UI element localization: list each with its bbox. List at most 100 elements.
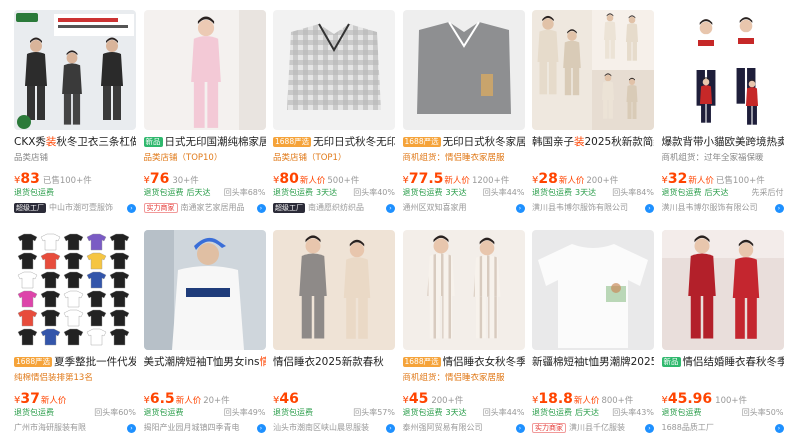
product-tag: 1688严选 [14, 357, 53, 367]
shop-name[interactable]: 泰州强阿贸易有限公司 [403, 422, 514, 434]
chevron-right-icon[interactable]: › [127, 203, 136, 213]
price-row: ¥76 30+件 [144, 168, 266, 187]
shop-name[interactable]: 南通愿织纺织品 [308, 202, 384, 214]
shop-name[interactable]: 潢川县韦博尔服饰有限公司 [532, 202, 643, 214]
shop-row[interactable]: 泰州强阿贸易有限公司 › [403, 422, 525, 434]
shop-badge: 超级工厂 [273, 203, 305, 213]
couple-pajama-photo[interactable] [273, 230, 395, 350]
product-title[interactable]: 新疆棉短袖t恤男潮牌2025 [532, 356, 654, 369]
price-value: 6.5 [149, 391, 175, 407]
shop-row[interactable]: 实力商家 潢川县千亿服装 › [532, 422, 654, 434]
price-row: ¥80新人价 500+件 [273, 168, 395, 187]
chevron-right-icon[interactable]: › [774, 203, 784, 213]
ckx-photo[interactable] [14, 10, 136, 130]
title-pre: 韩国亲子 [532, 136, 574, 148]
chevron-right-icon[interactable]: › [127, 423, 136, 433]
product-title[interactable]: 美式潮牌短袖T恤男女ins情 [144, 356, 266, 369]
product-card-5[interactable]: 韩国亲子装2025秋新款简约 ¥28新人价200+件 退货包运费3天达 回头率84… [532, 10, 654, 227]
family-outfit-photo[interactable] [532, 10, 654, 130]
product-card-7[interactable]: 1688严选夏季整批一件代发潮 纯棉情侣装排第13名 ¥37新人价 退货包运费 回… [14, 230, 136, 444]
product-card-2[interactable]: 新品 日式无印国潮纯棉家居 品类店铺（TOP10） ¥76 30+件 退货包运费 后天… [143, 10, 266, 227]
shop-row[interactable]: 通州区双知喜家用 › [403, 202, 525, 214]
shop-row[interactable]: 广州市海研服装有限 › [14, 422, 136, 434]
product-title[interactable]: 情侣睡衣2025新款春秋 [273, 356, 395, 369]
shop-name[interactable]: 广州市海研服装有限 [14, 422, 125, 434]
shop-row[interactable]: 潢川县韦博尔服饰有限公司 › [662, 202, 784, 214]
product-title[interactable]: 新品 日式无印国潮纯棉家居 [143, 136, 266, 149]
shop-row[interactable]: 揭阳产业园月城镇四季青电 › [144, 422, 266, 434]
service-label: 3天达 [316, 188, 338, 197]
product-title[interactable]: 1688严选无印日式秋冬家居服 [402, 136, 525, 149]
price-label: 新人价 [40, 396, 67, 406]
price-value: 83 [20, 171, 40, 187]
chevron-right-icon[interactable]: › [515, 423, 525, 433]
product-title[interactable]: CKX秀装秋冬卫衣三条杠做 [14, 136, 136, 149]
product-title[interactable]: 爆款背带小貓欧美跨境热卖 [662, 136, 784, 149]
shop-row[interactable]: 1688品质工厂 › [662, 422, 784, 434]
service-label: 退货包运费 [532, 188, 572, 197]
service-label: 退货包运费 [143, 408, 184, 417]
product-card-3[interactable]: 1688严选无印日式秋冬无印家 品类店铺（TOP1） ¥80新人价500+件 退… [273, 10, 395, 227]
shop-row[interactable]: 超级工厂 中山市潮可壹服饰 › [14, 202, 136, 214]
shop-name[interactable]: 南通家艺家居用品 [181, 202, 255, 214]
shop-name[interactable]: 1688品质工厂 [662, 422, 773, 434]
title-hl: 情 [259, 356, 266, 368]
service-row: 退货包运费 回头率50% [662, 407, 784, 418]
family-sweater-photo[interactable] [661, 10, 784, 130]
sold-count: 200+件 [586, 176, 619, 186]
sold-count: 30+件 [172, 176, 199, 186]
chevron-right-icon[interactable]: › [645, 423, 654, 433]
chevron-right-icon[interactable]: › [515, 203, 525, 213]
shop-name[interactable]: 潢川县韦博尔服饰有限公司 [662, 202, 773, 214]
product-title[interactable]: 1688严选夏季整批一件代发潮 [14, 356, 136, 369]
product-title[interactable]: 新品情侣结婚睡衣春秋冬季纯棉 [661, 356, 784, 369]
white-tee-photo[interactable] [532, 230, 654, 350]
tshirt-grid-photo[interactable] [14, 230, 136, 350]
product-title[interactable]: 1688严选无印日式秋冬无印家 [273, 136, 395, 149]
product-title[interactable]: 1688严选情侣睡衣女秋冬季珊 [402, 356, 525, 369]
product-card-8[interactable]: 美式潮牌短袖T恤男女ins情 ¥6.5新人价 20+件 退货包运费 回头率49% 揭… [143, 230, 266, 444]
product-card-4[interactable]: 1688严选无印日式秋冬家居服 商机组货：情侣睡衣家居服 ¥77.5新人价120… [402, 10, 525, 227]
shop-row[interactable]: 汕头市潮南区峡山晨思服装 › [273, 422, 395, 434]
product-card-10[interactable]: 1688严选情侣睡衣女秋冬季珊 商机组货：情侣睡衣家居服 ¥45200+件 退货… [402, 230, 525, 444]
product-subtitle [532, 373, 654, 384]
chevron-right-icon[interactable]: › [774, 423, 784, 433]
chevron-right-icon[interactable]: › [645, 203, 654, 213]
plaid-pajama-photo[interactable] [273, 10, 395, 130]
pink-pajama-photo[interactable] [143, 10, 266, 130]
product-card-1[interactable]: CKX秀装秋冬卫衣三条杠做 品类店铺 ¥83 已售100+件 退货包运费 超级工厂… [14, 10, 136, 227]
service-list: 退货包运费 [273, 407, 316, 418]
sold-count: 200+件 [431, 396, 464, 406]
repurchase-rate: 回头率60% [94, 408, 136, 417]
shop-name[interactable]: 潢川县千亿服装 [569, 422, 643, 434]
chevron-right-icon[interactable]: › [386, 423, 395, 433]
product-subtitle: 纯棉情侣装排第13名 [14, 373, 93, 383]
chevron-right-icon[interactable]: › [386, 203, 395, 213]
chevron-right-icon[interactable]: › [256, 423, 266, 433]
paranoid-tee-photo[interactable] [143, 230, 266, 350]
stripe-pajama-photo[interactable] [402, 230, 525, 350]
product-card-9[interactable]: 情侣睡衣2025新款春秋 ¥46 退货包运费 回头率57% 汕头市潮南区峡山晨思服… [273, 230, 395, 444]
chevron-right-icon[interactable]: › [256, 203, 266, 213]
product-card-6[interactable]: 爆款背带小貓欧美跨境热卖 商机组货：过年全家福保暖 ¥32新人价 已售100+件 … [661, 10, 784, 227]
red-pajama-photo[interactable] [661, 230, 784, 350]
gray-pajama-photo[interactable] [402, 10, 525, 130]
service-list: 退货包运费 3天达 [403, 407, 470, 418]
product-title[interactable]: 韩国亲子装2025秋新款简约 [532, 136, 654, 149]
shop-row[interactable]: 超级工厂 南通愿织纺织品 › [273, 202, 395, 214]
title-pre: CKX秀 [14, 136, 46, 148]
shop-name[interactable]: 中山市潮可壹服饰 [49, 202, 125, 214]
shop-name[interactable]: 汕头市潮南区峡山晨思服装 [273, 422, 384, 434]
shop-name[interactable]: 揭阳产业园月城镇四季青电 [144, 422, 255, 434]
service-list: 退货包运费 后天达 [532, 407, 602, 418]
shop-row[interactable]: 实力商家 南通家艺家居用品 › [143, 202, 266, 214]
repurchase-rate: 回头率50% [741, 408, 784, 417]
shop-badge: 实力商家 [532, 423, 566, 433]
product-card-12[interactable]: 新品情侣结婚睡衣春秋冬季纯棉 ¥45.96100+件 退货包运费 回头率50% 1… [661, 230, 784, 444]
price-value: 37 [20, 391, 40, 407]
title-pre: 无印日式秋冬家居服 [442, 136, 525, 148]
shop-name[interactable]: 通州区双知喜家用 [403, 202, 514, 214]
product-grid: CKX秀装秋冬卫衣三条杠做 品类店铺 ¥83 已售100+件 退货包运费 超级工厂… [14, 10, 794, 444]
product-card-11[interactable]: 新疆棉短袖t恤男潮牌2025 ¥18.8新人价 800+件 退货包运费 后天达 回头率… [532, 230, 654, 444]
shop-row[interactable]: 潢川县韦博尔服饰有限公司 › [532, 202, 654, 214]
